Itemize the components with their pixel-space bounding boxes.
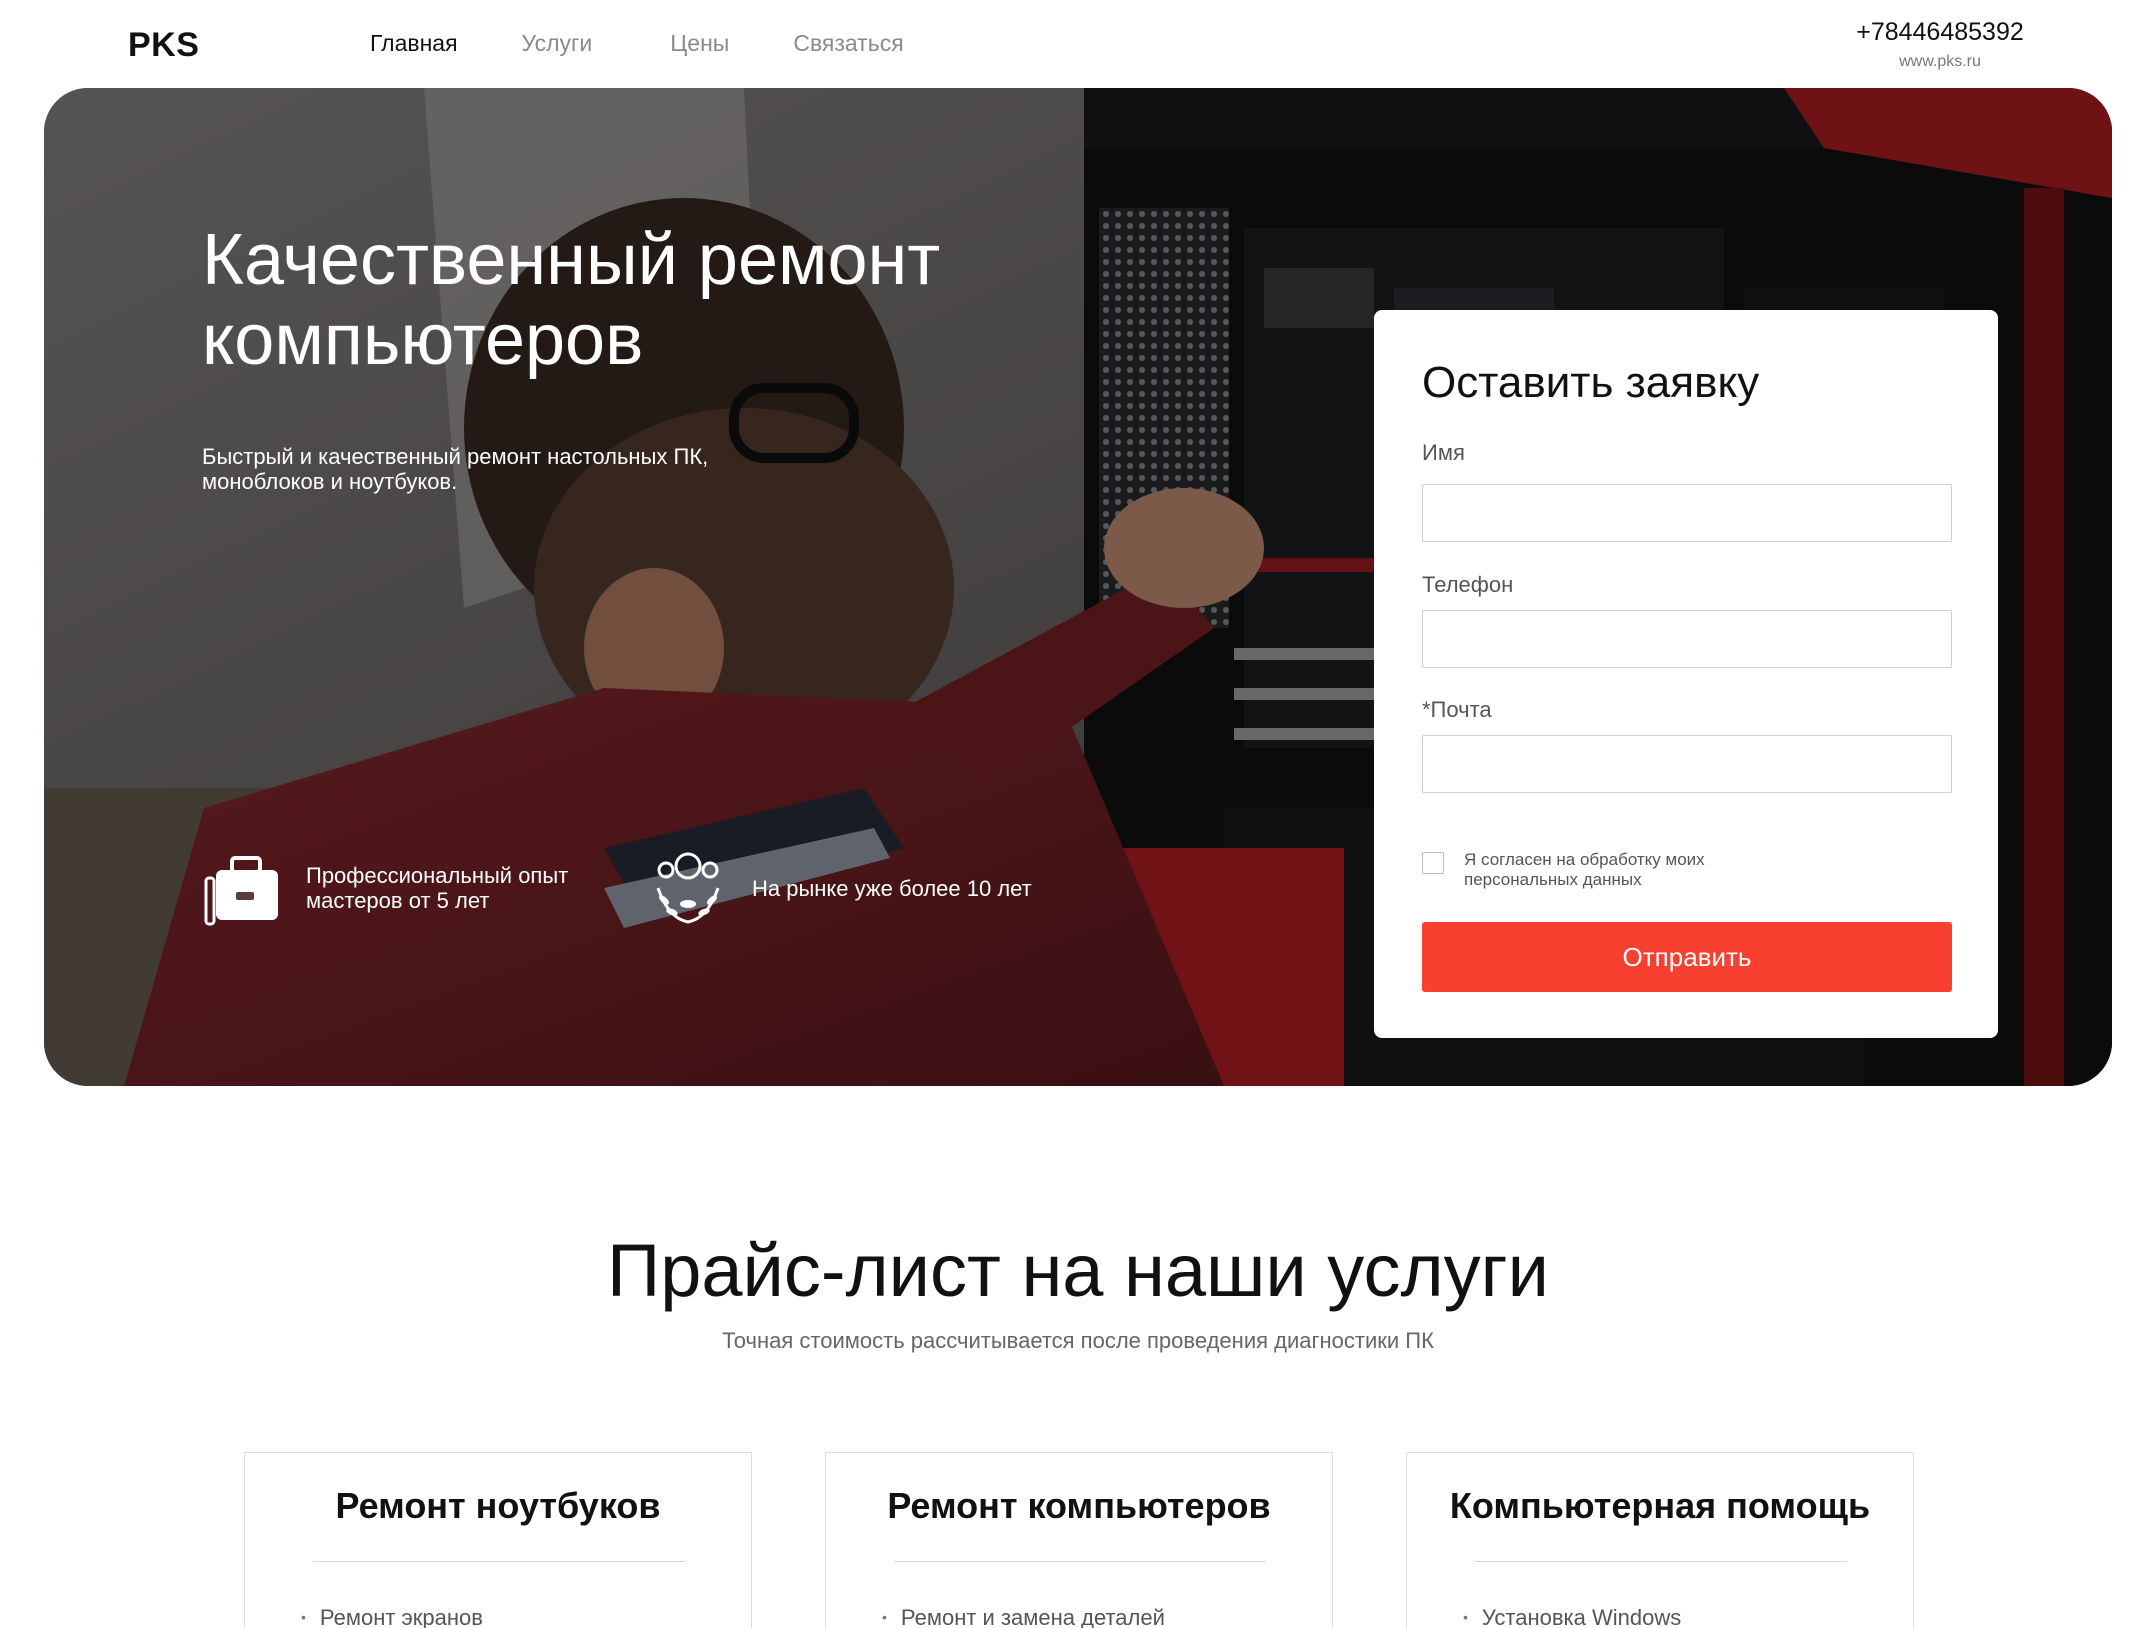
divider	[894, 1561, 1266, 1562]
price-card-title: Ремонт компьютеров	[887, 1485, 1271, 1526]
header-contact: +78446485392 www.pks.ru	[1840, 18, 2040, 71]
feature-market: На рынке уже более 10 лет	[648, 848, 1032, 928]
consent-label: Я согласен на обработку моих персональны…	[1464, 850, 1705, 889]
list-item: Ремонт и замена деталей	[882, 1605, 1165, 1628]
feature-market-text: На рынке уже более 10 лет	[752, 875, 1032, 901]
list-item: Ремонт экранов	[301, 1605, 483, 1628]
email-field[interactable]	[1422, 735, 1952, 793]
nav-item-services[interactable]: Услуги	[522, 30, 593, 57]
price-card-title: Компьютерная помощь	[1449, 1485, 1871, 1526]
main-nav: Главная Услуги Цены Связаться	[370, 30, 968, 57]
divider	[313, 1561, 685, 1562]
nav-item-home[interactable]: Главная	[370, 30, 458, 57]
divider	[1475, 1561, 1847, 1562]
name-label: Имя	[1422, 440, 1465, 465]
request-form: Оставить заявку Имя Телефон *Почта Я сог…	[1374, 310, 1998, 1038]
price-card-computers: Ремонт компьютеров Ремонт и замена детал…	[825, 1452, 1333, 1628]
nav-item-contact[interactable]: Связаться	[793, 30, 903, 57]
site-header: PKS Главная Услуги Цены Связаться +78446…	[0, 0, 2156, 88]
hero-subtitle: Быстрый и качественный ремонт настольных…	[202, 444, 709, 494]
list-item: Установка Windows	[1463, 1605, 1681, 1628]
phone-number[interactable]: +78446485392	[1840, 18, 2040, 47]
form-title: Оставить заявку	[1422, 358, 1760, 407]
phone-label: Телефон	[1422, 572, 1514, 597]
email-label: *Почта	[1422, 697, 1492, 722]
phone-field[interactable]	[1422, 610, 1952, 668]
feature-experience: Профессиональный опыт мастеров от 5 лет	[202, 848, 586, 928]
price-card-help: Компьютерная помощь Установка Windows	[1406, 1452, 1914, 1628]
logo[interactable]: PKS	[128, 26, 199, 65]
briefcase-icon	[204, 856, 278, 926]
hero-title: Качественный ремонт компьютеров	[202, 220, 941, 380]
price-card-laptops: Ремонт ноутбуков Ремонт экранов	[244, 1452, 752, 1628]
price-card-title: Ремонт ноутбуков	[335, 1485, 661, 1526]
laurel-award-icon	[656, 852, 720, 924]
hero-section: Качественный ремонт компьютеров Быстрый …	[44, 88, 2112, 1086]
submit-button[interactable]: Отправить	[1422, 922, 1952, 992]
feature-experience-text: Профессиональный опыт мастеров от 5 лет	[306, 863, 569, 913]
pricing-title: Прайс-лист на наши услуги	[607, 1229, 1549, 1312]
consent-checkbox[interactable]	[1422, 852, 1444, 874]
pricing-subtitle: Точная стоимость рассчитывается после пр…	[722, 1328, 1434, 1353]
nav-item-prices[interactable]: Цены	[670, 30, 729, 57]
site-url: www.pks.ru	[1899, 53, 1981, 70]
name-field[interactable]	[1422, 484, 1952, 542]
